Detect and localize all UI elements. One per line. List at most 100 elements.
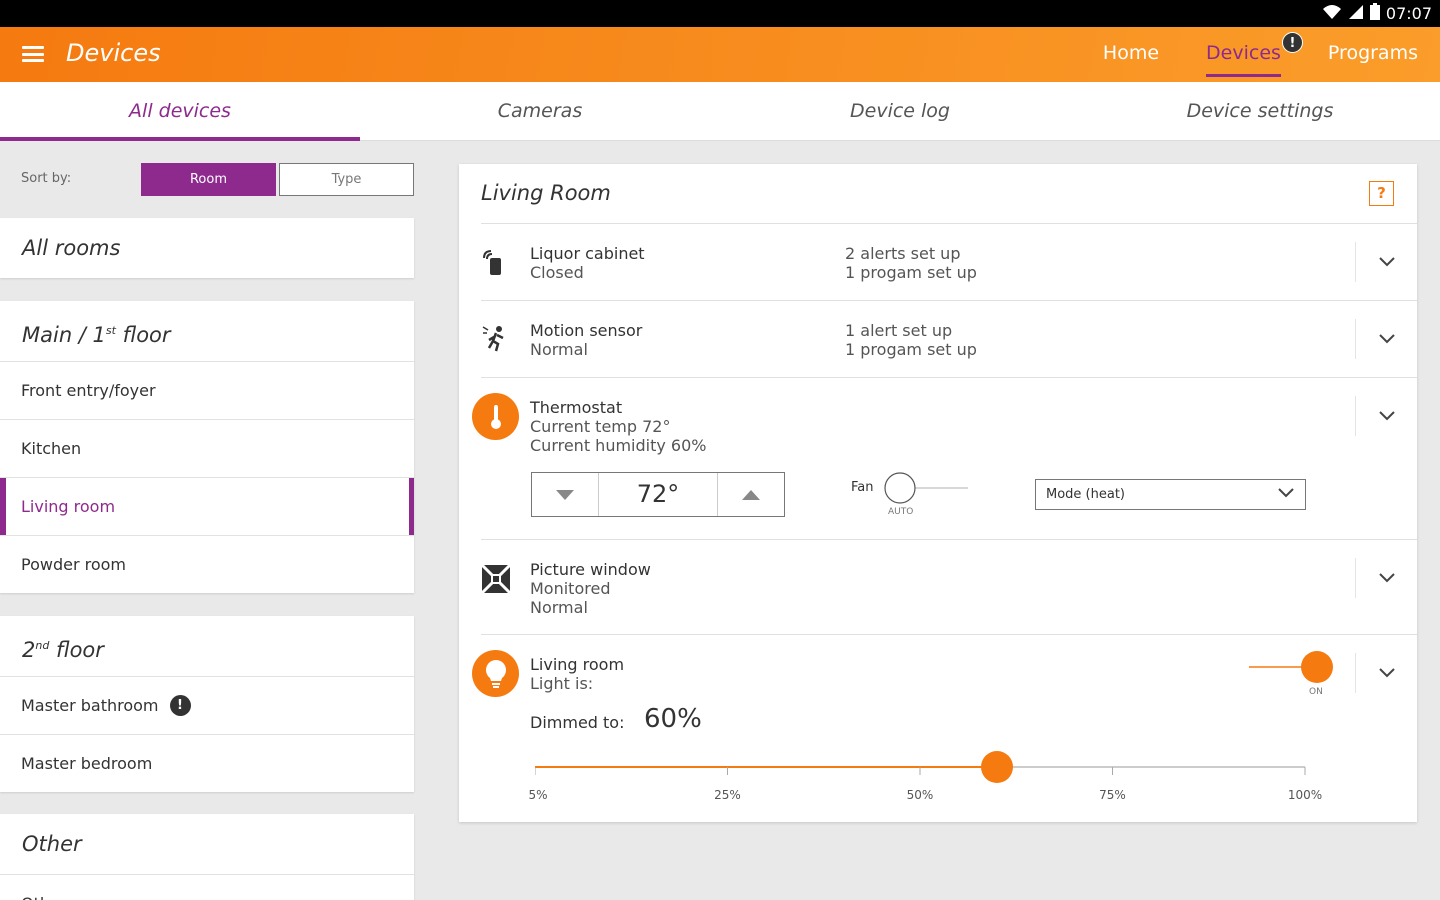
motion-alerts: 1 alert set up [845,321,953,340]
other-group: Other Oth [0,814,414,900]
chevron-down-icon [1378,668,1395,678]
window-name: Picture window [530,560,651,579]
window-status-2: Normal [530,598,588,617]
device-row-liquor-cabinet: Liquor cabinet Closed 2 alerts set up 1 … [459,224,1417,300]
expand-window-button[interactable] [1355,558,1417,598]
tab-cameras[interactable]: Cameras [360,82,720,140]
thermostat-temp: Current temp 72° [530,417,671,436]
contact-sensor-icon [479,246,513,280]
panel-title: Living Room [481,181,611,205]
sort-room-button[interactable]: Room [141,163,276,196]
device-name-thermostat: Thermostat Current temp 72° Current humi… [530,398,706,455]
thermometer-icon [472,393,519,440]
room-item-living-room[interactable]: Living room [0,477,414,535]
status-time: 07:07 [1385,4,1432,23]
room-sidebar: Sort by: Room Type All rooms Main / 1st … [0,141,414,900]
liquor-status: Closed [530,263,584,282]
sort-row: Sort by: Room Type [0,163,414,196]
tab-all-devices[interactable]: All devices [0,82,360,141]
motion-info: 1 alert set up 1 progam set up [845,321,977,359]
sort-type-button[interactable]: Type [279,163,414,196]
fan-toggle[interactable] [884,472,969,504]
expand-thermostat-button[interactable] [1355,396,1417,436]
liquor-name: Liquor cabinet [530,244,645,263]
room-item-powder-room[interactable]: Powder room [0,535,414,593]
slider-tick-label: 100% [1287,788,1323,802]
expand-motion-button[interactable] [1355,319,1417,359]
room-item-other[interactable]: Oth [0,874,414,900]
dim-value: 60% [644,704,702,734]
device-row-picture-window: Picture window Monitored Normal [459,540,1417,634]
floor1-title-pre: Main / 1 [22,323,106,347]
other-header[interactable]: Other [0,814,414,874]
window-icon [479,562,513,596]
nav-programs[interactable]: Programs [1328,42,1418,64]
device-row-motion-sensor: Motion sensor Normal 1 alert set up 1 pr… [459,301,1417,377]
slider-tick-label: 50% [906,788,934,802]
floor2-title-sup: nd [35,639,50,652]
all-rooms-group: All rooms [0,218,414,278]
window-status-1: Monitored [530,579,611,598]
slider-tick-label: 5% [528,788,548,802]
app-title: Devices [66,39,161,67]
floor2-title-pre: 2 [22,638,36,662]
temp-setpoint: 72° [598,473,718,516]
light-toggle[interactable] [1249,650,1334,684]
chevron-down-icon [1278,488,1294,498]
floor1-title-post: floor [115,323,171,347]
motion-sensor-icon [479,321,513,355]
floor2-group: 2nd floor Master bathroom ! Master bedro… [0,616,414,792]
motion-programs: 1 progam set up [845,340,977,359]
tab-device-log[interactable]: Device log [720,82,1080,140]
floor1-header[interactable]: Main / 1st floor [0,301,414,361]
floor1-group: Main / 1st floor Front entry/foyer Kitch… [0,301,414,593]
slider-knob[interactable] [981,751,1013,783]
room-item-kitchen[interactable]: Kitchen [0,419,414,477]
dim-label: Dimmed to: [530,713,625,732]
floor1-title-sup: st [105,324,116,337]
all-rooms-item[interactable]: All rooms [0,218,414,278]
triangle-down-icon [556,489,574,500]
liquor-alerts: 2 alerts set up [845,244,961,263]
liquor-programs: 1 progam set up [845,263,977,282]
light-status: Light is: [530,674,594,693]
expand-light-button[interactable] [1355,653,1417,693]
nav-devices[interactable]: Devices ! [1206,32,1303,77]
hamburger-menu-icon[interactable] [22,46,44,62]
thermostat-humidity: Current humidity 60% [530,436,707,455]
signal-icon [1348,4,1364,24]
room-item-master-bedroom[interactable]: Master bedroom [0,734,414,792]
room-item-master-bathroom[interactable]: Master bathroom ! [0,676,414,734]
fan-label: Fan [851,480,874,495]
floor2-header[interactable]: 2nd floor [0,616,414,676]
motion-status: Normal [530,340,588,359]
temp-decrease-button[interactable] [532,473,598,516]
light-state-label: ON [1309,687,1323,697]
liquor-info: 2 alerts set up 1 progam set up [845,244,977,282]
nav-home[interactable]: Home [1103,42,1159,64]
chevron-down-icon [1378,334,1395,344]
master-bathroom-label: Master bathroom [21,695,159,715]
room-item-front-entry[interactable]: Front entry/foyer [0,361,414,419]
light-bulb-icon [472,650,519,697]
device-name-liquor: Liquor cabinet Closed [530,244,645,282]
temp-increase-button[interactable] [718,473,784,516]
slider-tick-label: 25% [714,788,741,802]
chevron-down-icon [1378,257,1395,267]
tab-device-settings[interactable]: Device settings [1080,82,1440,140]
expand-liquor-button[interactable] [1355,242,1417,282]
triangle-up-icon [742,489,760,500]
mode-select-value: Mode (heat) [1046,487,1125,502]
thermostat-name: Thermostat [530,398,623,417]
slider-tick-label: 75% [1099,788,1126,802]
device-name-motion: Motion sensor Normal [530,321,642,359]
help-button[interactable]: ? [1369,181,1394,206]
sort-label: Sort by: [21,171,72,186]
room-devices-panel: Living Room ? Liquor cabinet Closed 2 al… [459,164,1417,822]
temperature-stepper: 72° [531,472,785,517]
motion-name: Motion sensor [530,321,643,340]
mode-select[interactable]: Mode (heat) [1035,479,1306,510]
device-name-light: Living room Light is: [530,655,624,693]
wifi-icon [1322,4,1342,24]
light-name: Living room [530,655,625,674]
